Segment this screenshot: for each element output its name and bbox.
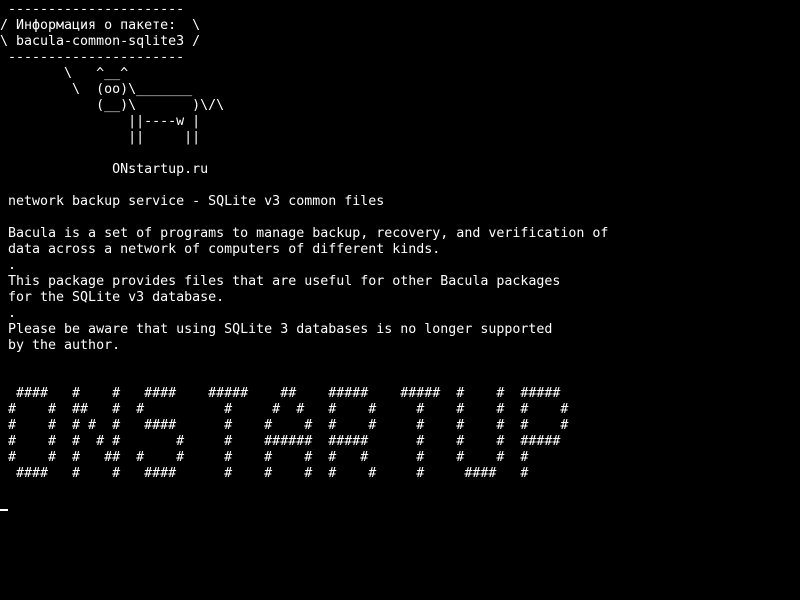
description-separator: .: [0, 258, 17, 273]
text-cursor: [0, 509, 8, 511]
ascii-cow-line: (__)\ )\/\: [0, 98, 225, 113]
bubble-bottom-border: ----------------------: [0, 50, 185, 65]
package-summary: network backup service - SQLite v3 commo…: [0, 194, 385, 209]
bubble-title-line: / Информация о пакете: \: [0, 18, 201, 33]
description-line: Bacula is a set of programs to manage ba…: [0, 226, 609, 241]
bubble-package-line: \ bacula-common-sqlite3 /: [0, 34, 201, 49]
ascii-cow-line: || ||: [0, 130, 201, 145]
ascii-banner-line: # # # # # # # ###### ##### # # # #####: [0, 434, 561, 449]
ascii-banner-line: # # # # # #### # # # # # # # # # #: [0, 418, 569, 433]
description-line: data across a network of computers of di…: [0, 242, 441, 257]
ascii-cow-line: \ (oo)\_______: [0, 82, 193, 97]
description-line: for the SQLite v3 database.: [0, 290, 225, 305]
ascii-banner-line: #### # # #### # # # # # # #### #: [0, 466, 529, 481]
bubble-top-border: ----------------------: [0, 2, 185, 17]
terminal-screen[interactable]: ---------------------- / Информация о па…: [0, 0, 800, 600]
ascii-cow-line: ||----w |: [0, 114, 201, 129]
description-line: This package provides files that are use…: [0, 274, 561, 289]
description-separator: .: [0, 306, 17, 321]
description-line: Please be aware that using SQLite 3 data…: [0, 322, 553, 337]
description-line: by the author.: [0, 338, 121, 353]
ascii-banner-line: # # # ## # # # # # # # # # # #: [0, 450, 529, 465]
site-name: ONstartup.ru: [0, 162, 209, 177]
ascii-banner-line: # # ## # # # # # # # # # # # #: [0, 402, 569, 417]
ascii-cow-line: \ ^__^: [0, 66, 129, 81]
ascii-banner-line: #### # # #### ##### ## ##### ##### # # #…: [0, 386, 561, 401]
